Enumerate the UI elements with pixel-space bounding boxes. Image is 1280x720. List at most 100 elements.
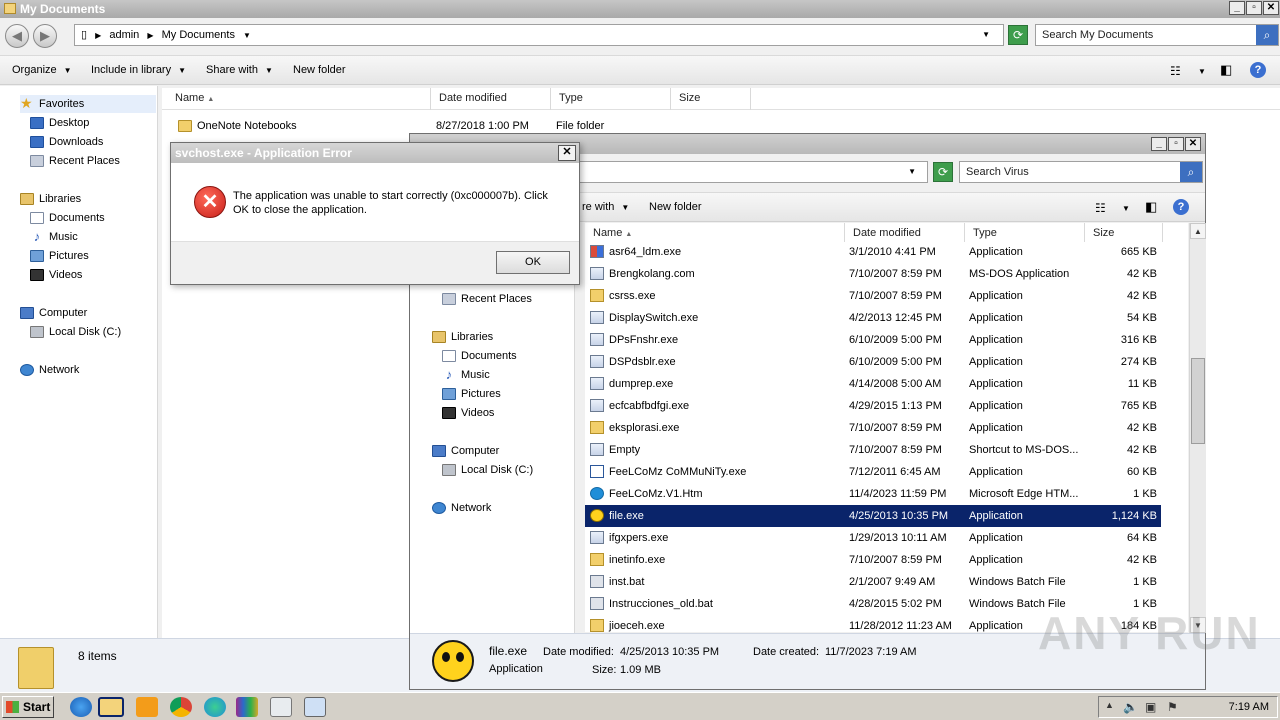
share-with-button[interactable]: Share with ▼ [206, 64, 273, 76]
scroll-thumb[interactable] [1191, 358, 1205, 444]
details-date-modified: 4/25/2013 10:35 PM [620, 646, 720, 658]
share-with-button[interactable]: re with ▼ [582, 201, 629, 213]
address-bar[interactable]: ▯ ▶ admin ▶ My Documents ▼ ▼ [74, 24, 1004, 46]
nav-pictures[interactable]: Pictures [442, 385, 501, 403]
refresh-button[interactable]: ⟳ [933, 162, 953, 182]
nav-favorites[interactable]: ★ Favorites [20, 95, 156, 113]
breadcrumb-admin[interactable]: admin [109, 29, 139, 41]
column-type[interactable]: Type [551, 88, 671, 110]
nav-videos[interactable]: Videos [30, 266, 82, 284]
main-title-bar[interactable]: My Documents _ ▫ ✕ [0, 0, 1280, 18]
table-row[interactable]: DSPdsblr.exe 6/10/2009 5:00 PM Application… [585, 351, 1161, 373]
explorer-icon[interactable] [98, 697, 124, 717]
table-row[interactable]: eksplorasi.exe 7/10/2007 8:59 PM Applicati… [585, 417, 1161, 439]
table-row[interactable]: FeeLCoMz.V1.Htm 11/4/2023 11:59 PM Microso… [585, 483, 1161, 505]
close-button[interactable]: ✕ [1263, 1, 1279, 15]
table-row[interactable]: ecfcabfbdfgi.exe 4/29/2015 1:13 PM Applica… [585, 395, 1161, 417]
app-window-icon[interactable] [270, 697, 292, 717]
breadcrumb-my-documents[interactable]: My Documents [162, 29, 235, 41]
help-icon[interactable]: ? [1173, 199, 1189, 215]
nav-libraries[interactable]: Libraries [432, 328, 493, 346]
nav-music[interactable]: ♪ Music [442, 366, 490, 384]
edge-icon[interactable] [204, 697, 226, 717]
table-row[interactable]: Empty 7/10/2007 8:59 PM Shortcut to MS-DOS… [585, 439, 1161, 461]
maximize-button[interactable]: ▫ [1168, 137, 1184, 151]
table-row[interactable]: inetinfo.exe 7/10/2007 8:59 PM Application… [585, 549, 1161, 571]
table-row[interactable]: ifgxpers.exe 1/29/2013 10:11 AM Applicatio… [585, 527, 1161, 549]
column-size[interactable]: Size [671, 88, 751, 110]
table-row[interactable]: inst.bat 2/1/2007 9:49 AM Windows Batch Fi… [585, 571, 1161, 593]
column-name[interactable]: Name ▲ [167, 88, 431, 110]
internet-explorer-icon[interactable] [70, 697, 92, 717]
chrome-icon[interactable] [170, 697, 192, 717]
nav-videos[interactable]: Videos [442, 404, 494, 422]
nav-computer[interactable]: Computer [432, 442, 499, 460]
nav-documents[interactable]: Documents [442, 347, 517, 365]
media-player-icon[interactable] [136, 697, 158, 717]
maximize-button[interactable]: ▫ [1246, 1, 1262, 15]
table-row[interactable]: FeeLCoMz CoMMuNiTy.exe 7/12/2011 6:45 AM A… [585, 461, 1161, 483]
nav-network[interactable]: Network [432, 499, 491, 517]
address-dropdown-icon[interactable]: ▼ [982, 25, 990, 45]
back-button[interactable]: ◀ [5, 24, 29, 48]
search-input[interactable]: Search My Documents ⌕ [1035, 24, 1279, 46]
new-folder-button[interactable]: New folder [649, 201, 702, 213]
nav-local-disk[interactable]: Local Disk (C:) [442, 461, 533, 479]
nav-network[interactable]: Network [20, 361, 79, 379]
nav-local-disk[interactable]: Local Disk (C:) [30, 323, 121, 341]
table-row[interactable]: DisplaySwitch.exe 4/2/2013 12:45 PM Applic… [585, 307, 1161, 329]
nav-music[interactable]: ♪ Music [30, 228, 78, 246]
clock[interactable]: 7:19 AM [1229, 701, 1269, 713]
winrar-icon[interactable] [236, 697, 258, 717]
address-dropdown-icon[interactable]: ▼ [908, 162, 916, 182]
close-button[interactable]: ✕ [558, 145, 576, 161]
search-icon[interactable]: ⌕ [1256, 25, 1278, 45]
table-row[interactable]: Brengkolang.com 7/10/2007 8:59 PM MS-DOS A… [585, 263, 1161, 285]
refresh-button[interactable]: ⟳ [1008, 25, 1028, 45]
preview-pane-icon[interactable]: ◧ [1220, 62, 1232, 78]
scroll-up-arrow[interactable]: ▲ [1190, 223, 1206, 239]
preview-pane-icon[interactable]: ◧ [1145, 199, 1157, 215]
help-icon[interactable]: ? [1250, 62, 1266, 78]
speaker-icon[interactable]: 🔈 [1123, 700, 1138, 714]
vertical-scrollbar[interactable]: ▲ ▼ [1189, 223, 1206, 633]
nav-recent-places[interactable]: Recent Places [442, 290, 532, 308]
chevron-down-icon[interactable]: ▼ [1198, 67, 1206, 76]
nav-documents[interactable]: Documents [30, 209, 105, 227]
notepad-icon[interactable] [304, 697, 326, 717]
view-options-icon[interactable]: ☷ [1170, 64, 1181, 78]
nav-libraries[interactable]: Libraries [20, 190, 81, 208]
table-row[interactable]: csrss.exe 7/10/2007 8:59 PM Application 42 … [585, 285, 1161, 307]
column-date-modified[interactable]: Date modified [431, 88, 551, 110]
file-type: Application [969, 312, 1023, 324]
search-icon[interactable]: ⌕ [1180, 162, 1202, 182]
new-folder-button[interactable]: New folder [293, 64, 346, 76]
close-button[interactable]: ✕ [1185, 137, 1201, 151]
chevron-down-icon[interactable]: ▼ [1122, 204, 1130, 213]
chevron-up-icon[interactable]: ▲ [1105, 700, 1114, 710]
chevron-down-icon[interactable]: ▼ [243, 31, 251, 40]
dialog-title-bar[interactable]: svchost.exe - Application Error ✕ [171, 143, 579, 163]
network-tray-icon[interactable]: ▣ [1145, 700, 1156, 714]
search-input[interactable]: Search Virus ⌕ [959, 161, 1203, 183]
nav-recent-places[interactable]: Recent Places [30, 152, 120, 170]
forward-button[interactable]: ▶ [33, 24, 57, 48]
include-in-library-button[interactable]: Include in library ▼ [91, 64, 186, 76]
organize-button[interactable]: Organize ▼ [12, 64, 72, 76]
nav-downloads[interactable]: Downloads [30, 133, 103, 151]
nav-desktop[interactable]: Desktop [30, 114, 89, 132]
minimize-button[interactable]: _ [1229, 1, 1245, 15]
table-row[interactable]: asr64_ldm.exe 3/1/2010 4:41 PM Application… [585, 242, 1161, 263]
flag-icon[interactable]: ⚑ [1167, 700, 1178, 714]
view-options-icon[interactable]: ☷ [1095, 201, 1106, 215]
table-row[interactable]: dumprep.exe 4/14/2008 5:00 AM Application 1… [585, 373, 1161, 395]
table-row[interactable]: file.exe 4/25/2013 10:35 PM Application 1,1… [585, 505, 1161, 527]
nav-computer[interactable]: Computer [20, 304, 87, 322]
list-item[interactable]: OneNote Notebooks [178, 116, 438, 136]
nav-pictures[interactable]: Pictures [30, 247, 89, 265]
ok-button[interactable]: OK [496, 251, 570, 274]
start-button[interactable]: Start [2, 696, 54, 718]
minimize-button[interactable]: _ [1151, 137, 1167, 151]
table-row[interactable]: DPsFnshr.exe 6/10/2009 5:00 PM Application… [585, 329, 1161, 351]
file-type: Microsoft Edge HTM... [969, 488, 1079, 500]
